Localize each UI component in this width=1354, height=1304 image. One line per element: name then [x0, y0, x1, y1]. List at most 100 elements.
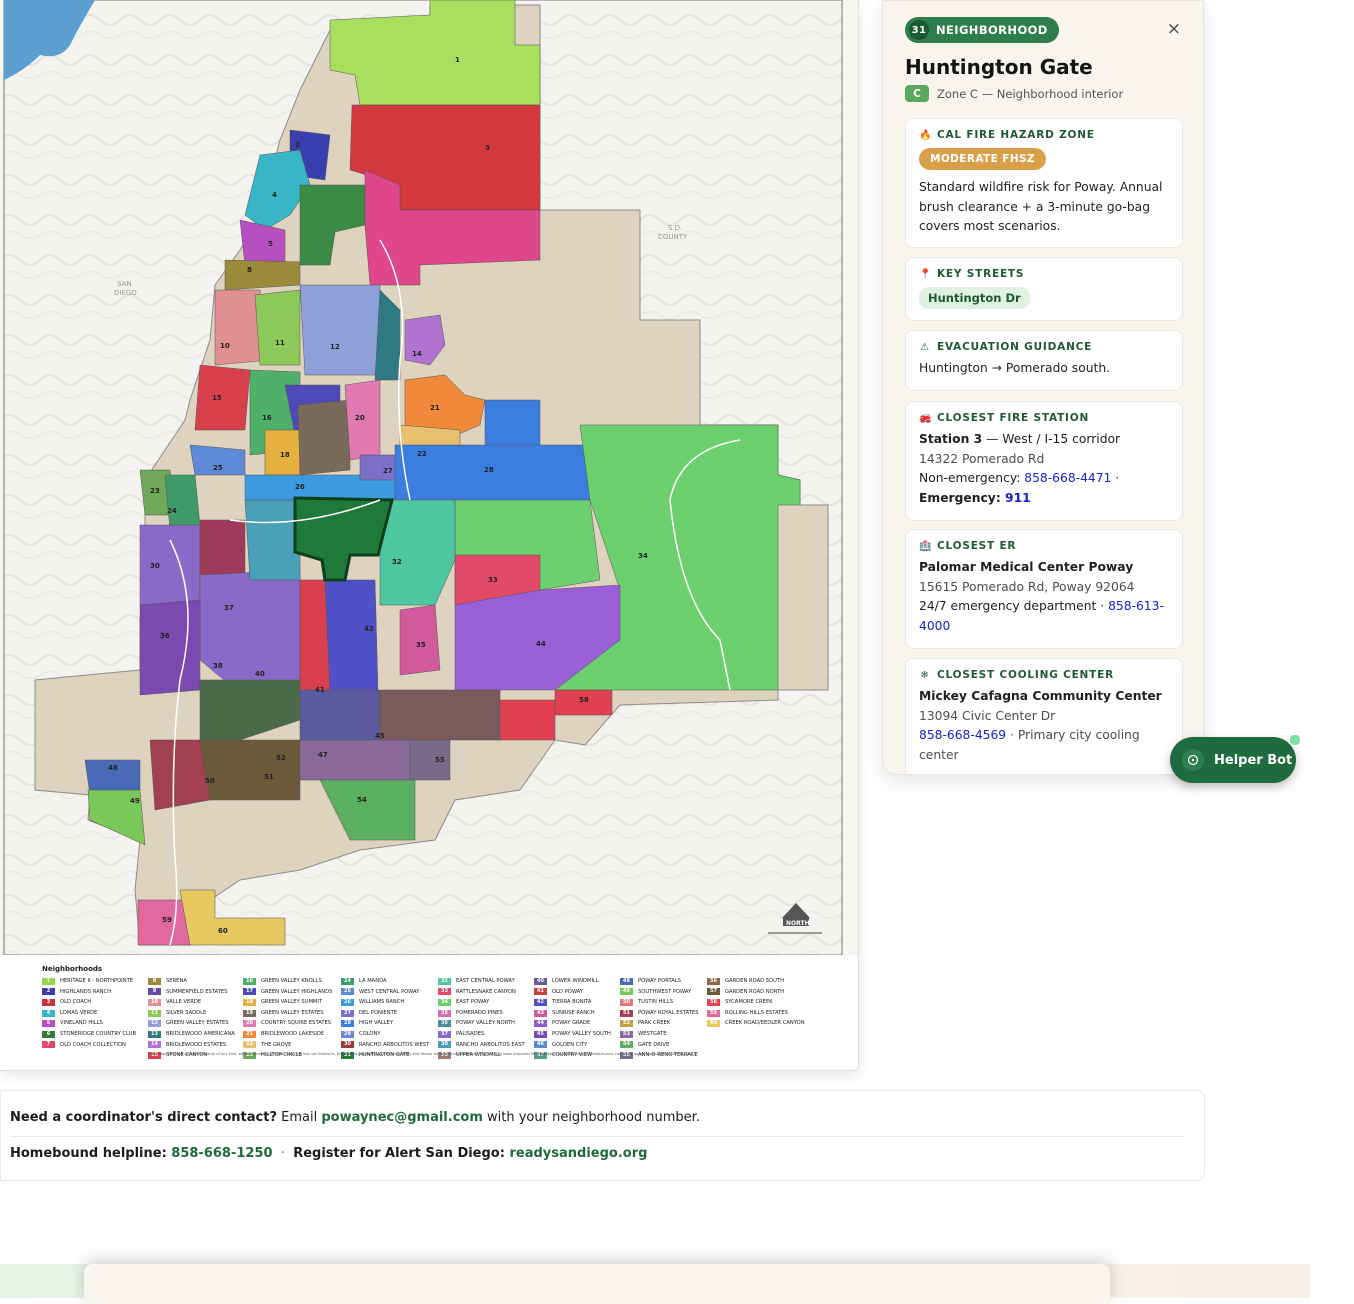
- cooling-heading-text: CLOSEST COOLING CENTER: [937, 669, 1114, 681]
- legend-swatch: 60: [707, 1020, 720, 1028]
- legend-item: 30 RANCHO ARBOLITOS WEST: [341, 1040, 429, 1051]
- area-27[interactable]: [359, 454, 401, 481]
- legend-label: SUMMERFIELD ESTATES: [166, 988, 228, 995]
- area-28b[interactable]: [484, 399, 541, 446]
- area-38[interactable]: [139, 599, 201, 696]
- area-24[interactable]: [164, 474, 201, 531]
- map-canvas[interactable]: 12 3 458 10 11 12 141516 182021 222324 2526…: [0, 0, 858, 955]
- legend-item: 44 POWAY GRADE: [534, 1018, 611, 1029]
- email-link[interactable]: powaynec@gmail.com: [321, 1110, 483, 1125]
- area-51[interactable]: [199, 739, 301, 801]
- svg-text:25: 25: [213, 464, 223, 472]
- svg-text:45: 45: [375, 732, 385, 740]
- area-west[interactable]: [244, 499, 301, 581]
- area-50[interactable]: [149, 739, 211, 811]
- fire-station-name: Station 3: [919, 432, 983, 446]
- legend-swatch: 29: [341, 1030, 354, 1038]
- legend-item: 19 GREEN VALLEY ESTATES: [243, 1008, 332, 1019]
- area-19[interactable]: [297, 399, 351, 476]
- fire-hazard-heading: 🔥 CAL FIRE HAZARD ZONE: [919, 129, 1169, 141]
- legend-item: 6 STONERIDGE COUNTRY CLUB: [42, 1029, 136, 1040]
- cooling-name: Mickey Cafagna Community Center: [919, 689, 1162, 703]
- legend-item: 1 HERITAGE II - NORTHPOINTE: [42, 976, 136, 987]
- legend-label: POWAY VALLEY NORTH: [456, 1020, 515, 1027]
- cooling-address: 13094 Civic Center Dr: [919, 708, 1056, 723]
- cooling-phone-link[interactable]: 858-668-4569: [919, 728, 1006, 742]
- email-post-text: with your neighborhood number.: [482, 1110, 700, 1125]
- legend-item: 38 RANCHO ARBOLITOS EAST: [438, 1040, 525, 1051]
- legend-item: 10 VALLE VERDE: [148, 997, 235, 1008]
- legend-label: GARDEN ROAD NORTH: [725, 988, 785, 995]
- svg-text:52: 52: [276, 754, 286, 762]
- svg-text:36: 36: [160, 632, 170, 640]
- helpline-phone-link[interactable]: 858-668-1250: [171, 1146, 272, 1161]
- legend-label: HIGHLANDS RANCH: [60, 988, 112, 995]
- legend-label: WILLIAMS RANCH: [359, 999, 405, 1006]
- legend-swatch: 16: [243, 977, 256, 985]
- legend-item: 18 GREEN VALLEY SUMMIT: [243, 997, 332, 1008]
- fire-station-card: 🚒 CLOSEST FIRE STATION Station 3 — West …: [905, 401, 1183, 521]
- neighborhood-map[interactable]: 123 458 10 11 12 14 15 16 18 20 21 22 23 24 25 26…: [0, 0, 859, 1071]
- legend-swatch: 8: [148, 977, 161, 985]
- area-11[interactable]: [254, 289, 301, 366]
- fire-hazard-text: Standard wildfire risk for Poway. Annual…: [919, 180, 1163, 233]
- svg-text:38: 38: [213, 662, 223, 670]
- svg-text:40: 40: [255, 670, 265, 678]
- legend-item: 28 HIGH VALLEY: [341, 1018, 429, 1029]
- neighborhood-detail-panel: 31 NEIGHBORHOOD × Huntington Gate C Zone…: [882, 0, 1204, 775]
- legend-label: PARK CREEK: [638, 1020, 671, 1027]
- area-42[interactable]: [324, 579, 379, 691]
- legend-item: 17 GREEN VALLEY HIGHLANDS: [243, 987, 332, 998]
- svg-text:51: 51: [264, 773, 274, 781]
- legend-swatch: 12: [148, 1020, 161, 1028]
- legend-column: 8 SERENA 9 SUMMERFIELD ESTATES 10 VALLE VERDE…: [148, 976, 235, 1061]
- nonemergency-phone-link[interactable]: 858-668-4471: [1024, 471, 1111, 485]
- area-8[interactable]: [224, 259, 301, 291]
- area-46[interactable]: [299, 689, 381, 741]
- close-icon[interactable]: ×: [1167, 19, 1181, 39]
- area-30[interactable]: [199, 519, 246, 576]
- fire-hazard-card: 🔥 CAL FIRE HAZARD ZONE MODERATE FHSZ Sta…: [905, 118, 1183, 248]
- emergency-phone-link[interactable]: 911: [1005, 491, 1031, 505]
- svg-text:55: 55: [435, 756, 445, 764]
- legend-item: 2 HIGHLANDS RANCH: [42, 987, 136, 998]
- legend-label: PALISADES: [456, 1030, 485, 1037]
- svg-text:35: 35: [416, 641, 426, 649]
- legend-swatch: 1: [42, 977, 55, 985]
- area-58[interactable]: [499, 699, 556, 741]
- legend-label: SUNRISE RANCH: [552, 1009, 595, 1016]
- panel-title: Huntington Gate: [905, 55, 1093, 79]
- svg-text:12: 12: [330, 343, 340, 351]
- area-53[interactable]: [299, 739, 411, 781]
- legend-item: 29 COLONY: [341, 1029, 429, 1040]
- evacuation-text: Huntington → Pomerado south.: [919, 361, 1111, 375]
- svg-text:48: 48: [108, 764, 118, 772]
- legend-label: COLONY: [359, 1030, 381, 1037]
- svg-text:1: 1: [455, 56, 460, 64]
- legend-label: SILVER SADDLE: [166, 1009, 207, 1016]
- legend-column: 24 LA MANDA 25 WEST CENTRAL POWAY 26 WILLIAMS…: [341, 976, 429, 1061]
- zone-row: C Zone C — Neighborhood interior: [905, 85, 1123, 102]
- legend-item: 41 OLD POWAY: [534, 987, 611, 998]
- legend-item: 53 WESTGATE: [620, 1029, 699, 1040]
- legend-item: 13 BRIDLEWOOD AMERICANA: [148, 1029, 235, 1040]
- map-legend: Neighborhoods 1 HERITAGE II - NORTHPOINTE…: [0, 955, 858, 1070]
- svg-text:8: 8: [247, 266, 252, 274]
- helper-bot-button[interactable]: Helper Bot: [1170, 737, 1296, 783]
- coordinator-contact-line: Need a coordinator's direct contact? Ema…: [10, 1110, 700, 1125]
- svg-text:47: 47: [318, 751, 328, 759]
- legend-item: 5 VINELAND HILLS: [42, 1018, 136, 1029]
- area-15[interactable]: [194, 364, 251, 431]
- legend-label: LA MANDA: [359, 978, 387, 984]
- legend-swatch: 53: [620, 1030, 633, 1038]
- area-43[interactable]: [399, 604, 441, 676]
- fire-hazard-heading-text: CAL FIRE HAZARD ZONE: [937, 129, 1095, 141]
- legend-label: GREEN VALLEY KNOLLS: [261, 978, 322, 984]
- area-47[interactable]: [379, 689, 501, 741]
- alert-link[interactable]: readysandiego.org: [509, 1146, 647, 1161]
- area-36[interactable]: [139, 524, 201, 606]
- warning-icon: ⚠: [920, 341, 930, 353]
- er-body: Palomar Medical Center Poway 15615 Pomer…: [919, 558, 1169, 636]
- street-chip[interactable]: Huntington Dr: [919, 287, 1030, 309]
- fhsz-badge: MODERATE FHSZ: [919, 148, 1046, 170]
